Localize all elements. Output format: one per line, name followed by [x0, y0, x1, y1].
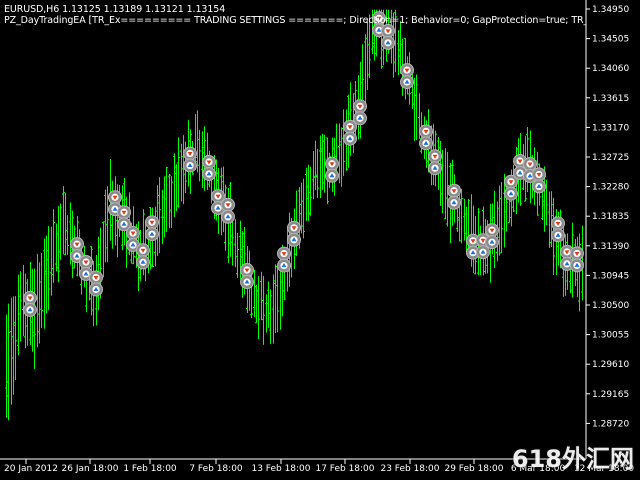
sell-marker	[277, 246, 291, 261]
buy-marker	[532, 179, 546, 194]
buy-marker	[183, 158, 197, 173]
symbol-info: EURUSD,H6 1.13125 1.13189 1.13121 1.1315…	[4, 4, 226, 15]
time-tick-label: 23 Feb 18:00	[380, 464, 439, 474]
price-tick-label: 1.30055	[592, 331, 629, 341]
buy-marker	[447, 195, 461, 210]
watermark-text: 618外汇网	[511, 445, 634, 473]
buy-marker	[202, 166, 216, 181]
sell-marker	[240, 263, 254, 278]
sell-marker	[532, 167, 546, 182]
sell-marker	[523, 157, 537, 172]
sell-marker	[381, 23, 395, 38]
sell-marker	[202, 154, 216, 169]
axes-layer: 1.34950 1.34505 1.34060 1.33615 1.33170 1.327…	[0, 0, 634, 474]
buy-marker	[221, 209, 235, 224]
sell-marker	[126, 226, 140, 241]
buy-marker	[145, 227, 159, 242]
sell-marker	[447, 183, 461, 198]
sell-marker	[287, 220, 301, 235]
time-tick-label: 20 Jan 2012	[4, 464, 58, 474]
buy-marker	[485, 235, 499, 250]
sell-marker	[117, 205, 131, 220]
sell-marker	[570, 246, 584, 261]
time-tick-label: 26 Jan 18:00	[62, 464, 119, 474]
buy-marker	[428, 161, 442, 176]
price-tick-label: 1.32725	[592, 153, 629, 163]
sell-marker	[136, 243, 150, 258]
price-tick-label: 1.33170	[592, 123, 629, 133]
buy-marker	[136, 255, 150, 270]
price-tick-label: 1.34505	[592, 35, 629, 45]
time-tick-label: 29 Feb 18:00	[444, 464, 503, 474]
trade-markers-layer	[23, 11, 584, 317]
sell-marker	[221, 197, 235, 212]
buy-marker	[551, 228, 565, 243]
sell-marker	[79, 254, 93, 269]
candles-layer	[5, 9, 584, 421]
price-tick-label: 1.28720	[592, 419, 629, 429]
sell-marker	[353, 99, 367, 114]
expert-advisor-info: PZ_DayTradingEA [TR_Ex========= TRADING …	[4, 15, 586, 26]
buy-marker	[504, 186, 518, 201]
price-tick-label: 1.34060	[592, 64, 629, 74]
time-tick-label: 1 Feb 18:00	[123, 464, 177, 474]
sell-marker	[325, 156, 339, 171]
buy-marker	[381, 35, 395, 50]
sell-marker	[183, 146, 197, 161]
price-chart[interactable]: 1.34950 1.34505 1.34060 1.33615 1.33170 1.327…	[0, 0, 640, 480]
buy-marker	[400, 75, 414, 90]
buy-marker	[89, 282, 103, 297]
time-tick-label: 17 Feb 18:00	[315, 464, 374, 474]
sell-marker	[551, 216, 565, 231]
price-tick-label: 1.29165	[592, 390, 629, 400]
buy-marker	[570, 258, 584, 273]
price-tick-label: 1.33615	[592, 94, 629, 104]
sell-marker	[419, 124, 433, 139]
sell-marker	[485, 223, 499, 238]
buy-marker	[287, 232, 301, 247]
buy-marker	[277, 258, 291, 273]
buy-marker	[353, 111, 367, 126]
sell-marker	[108, 190, 122, 205]
buy-marker	[23, 302, 37, 317]
sell-marker	[89, 270, 103, 285]
sell-marker	[145, 215, 159, 230]
time-tick-label: 7 Feb 18:00	[189, 464, 243, 474]
buy-marker	[240, 275, 254, 290]
price-tick-label: 1.31835	[592, 212, 629, 222]
price-tick-label: 1.32280	[592, 183, 629, 193]
buy-marker	[343, 131, 357, 146]
price-tick-label: 1.29610	[592, 360, 629, 370]
sell-marker	[400, 63, 414, 78]
chart-window[interactable]: 1.34950 1.34505 1.34060 1.33615 1.33170 1.327…	[0, 0, 640, 480]
buy-marker	[325, 168, 339, 183]
price-tick-label: 1.30945	[592, 271, 629, 281]
time-tick-label: 13 Feb 18:00	[251, 464, 310, 474]
sell-marker	[70, 237, 84, 252]
price-tick-label: 1.31390	[592, 242, 629, 252]
price-tick-label: 1.34950	[592, 5, 629, 15]
price-tick-label: 1.30500	[592, 301, 629, 311]
sell-marker	[23, 290, 37, 305]
buy-marker	[476, 245, 490, 260]
buy-marker	[419, 136, 433, 151]
sell-marker	[428, 149, 442, 164]
